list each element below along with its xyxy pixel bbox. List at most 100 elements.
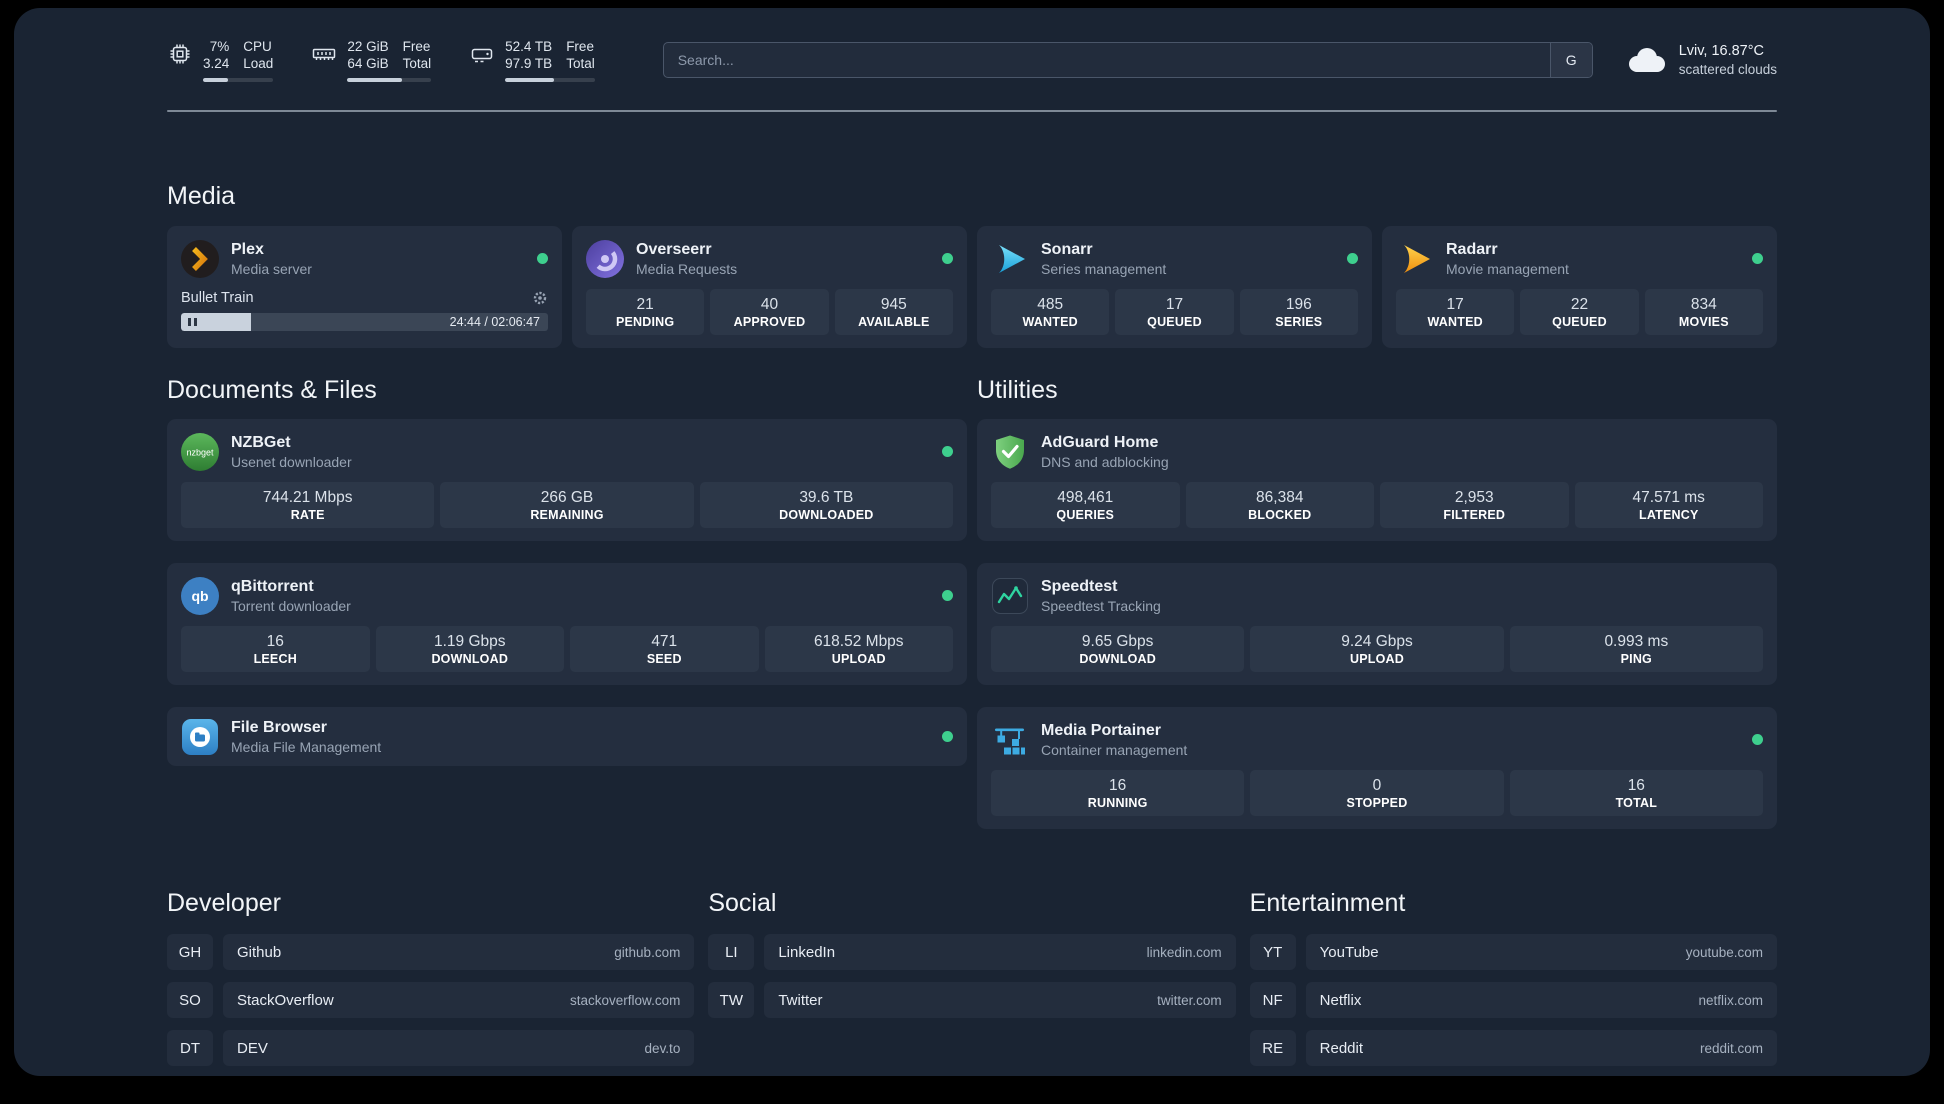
stat-label: QUEUED (1552, 314, 1607, 329)
seek-bar-elapsed (181, 313, 251, 331)
bookmark-name: Reddit (1319, 1039, 1364, 1057)
cpu-usage-label: CPU (243, 39, 272, 54)
bookmark-link-youtube[interactable]: YouTube youtube.com (1305, 934, 1777, 970)
stat-value: 47.571 ms (1632, 488, 1705, 506)
bookmark-row: YT YouTube youtube.com (1249, 934, 1777, 970)
stat-value: 16 (1109, 776, 1127, 794)
bookmark-name: Github (237, 943, 282, 961)
stat-value: 9.24 Gbps (1341, 632, 1413, 650)
bookmark-link-netflix[interactable]: Netflix netflix.com (1305, 982, 1777, 1018)
bookmark-abbr: LI (708, 934, 755, 970)
portainer-icon (995, 728, 1025, 754)
media-section: Media Plex Media server Bullet Train 24:… (167, 182, 1777, 348)
stat-value: 471 (651, 632, 678, 650)
sonarr-card[interactable]: Sonarr Series management 485 WANTED 17 QUE… (977, 226, 1372, 348)
adguard-card[interactable]: AdGuard Home DNS and adblocking 498,461 Q… (977, 419, 1777, 541)
stat-label: UPLOAD (1350, 651, 1404, 666)
app-description: Media Requests (636, 261, 738, 277)
stat-tile: 47.571 ms LATENCY (1574, 482, 1763, 528)
utilities-section-title: Utilities (977, 376, 1058, 404)
stat-tile: 0.993 ms PING (1509, 626, 1763, 672)
stat-tile: 86,384 BLOCKED (1185, 482, 1374, 528)
overseerr-card[interactable]: Overseerr Media Requests 21 PENDING 40 APP… (572, 226, 967, 348)
stat-value: 16 (266, 632, 284, 650)
stat-label: PING (1620, 651, 1652, 666)
entertainment-section-title: Entertainment (1249, 889, 1406, 917)
bookmark-row: TW Twitter twitter.com (708, 982, 1236, 1018)
nzbget-card[interactable]: nzbget NZBGet Usenet downloader 744.21 M… (167, 419, 967, 541)
bookmark-name: StackOverflow (237, 991, 334, 1009)
stat-tile: 22 QUEUED (1520, 289, 1639, 335)
speedtest-card[interactable]: Speedtest Speedtest Tracking 9.65 Gbps DO… (977, 563, 1777, 685)
bookmark-abbr: YT (1249, 934, 1296, 970)
stat-tile: 744.21 Mbps RATE (181, 482, 435, 528)
search-input[interactable] (663, 43, 1550, 77)
stat-value: 834 (1690, 295, 1717, 313)
app-description: Usenet downloader (231, 454, 352, 470)
stat-label: AVAILABLE (858, 314, 930, 329)
bookmark-link-linkedin[interactable]: LinkedIn linkedin.com (764, 934, 1236, 970)
stat-tile: 485 WANTED (991, 289, 1110, 335)
stat-label: DOWNLOAD (431, 651, 509, 666)
media-section-title: Media (167, 182, 236, 210)
bookmark-name: DEV (237, 1039, 268, 1057)
stat-tile: 17 QUEUED (1115, 289, 1234, 335)
disk-progress-bar (505, 78, 595, 82)
bookmark-url: github.com (614, 944, 681, 960)
stat-tile: 39.6 TB DOWNLOADED (699, 482, 953, 528)
bookmark-link-github[interactable]: Github github.com (223, 934, 695, 970)
bookmark-abbr: SO (167, 982, 213, 1018)
app-description: Media server (231, 261, 312, 277)
gear-icon[interactable] (532, 290, 548, 306)
sonarr-icon (999, 244, 1025, 273)
memory-total-label: Total (402, 56, 432, 71)
stat-tile: 945 AVAILABLE (834, 289, 953, 335)
social-section-title: Social (708, 889, 777, 917)
search-bar: G (662, 42, 1593, 78)
bookmark-link-reddit[interactable]: Reddit reddit.com (1305, 1030, 1777, 1066)
stat-tile: 16 TOTAL (1509, 770, 1763, 816)
stat-tile: 266 GB REMAINING (440, 482, 694, 528)
status-dot (537, 253, 548, 264)
cpu-usage-value: 7% (209, 39, 230, 54)
stat-value: 0 (1372, 776, 1382, 794)
pause-icon[interactable] (188, 318, 197, 326)
qbittorrent-card[interactable]: qb qBittorrent Torrent downloader 16 LEEC… (167, 563, 967, 685)
cpu-widget: 7% 3.24 CPU Load (167, 38, 274, 82)
bookmark-row: SO StackOverflow stackoverflow.com (167, 982, 695, 1018)
stat-tile: 0 STOPPED (1250, 770, 1504, 816)
stat-value: 618.52 Mbps (813, 632, 904, 650)
seek-bar[interactable]: 24:44 / 02:06:47 (181, 313, 548, 331)
status-dot (1752, 253, 1763, 264)
app-description: Torrent downloader (231, 598, 351, 614)
entertainment-bookmarks: Entertainment YT YouTube youtube.com NF … (1249, 889, 1777, 1076)
search-engine-button[interactable]: G (1549, 43, 1592, 77)
bookmark-link-stackoverflow[interactable]: StackOverflow stackoverflow.com (223, 982, 695, 1018)
app-description: DNS and adblocking (1041, 454, 1169, 470)
stat-value: 86,384 (1256, 488, 1304, 506)
app-name: qBittorrent (231, 578, 314, 595)
bookmark-link-twitter[interactable]: Twitter twitter.com (764, 982, 1236, 1018)
bookmark-row: DT DEV dev.to (167, 1030, 695, 1066)
stat-label: RATE (290, 507, 325, 522)
stat-tile: 9.65 Gbps DOWNLOAD (991, 626, 1245, 672)
adguard-icon (996, 435, 1024, 469)
app-name: File Browser (231, 719, 328, 736)
stat-label: TOTAL (1615, 795, 1658, 810)
bookmark-url: dev.to (644, 1040, 681, 1056)
stat-label: DOWNLOAD (1079, 651, 1156, 666)
stat-value: 17 (1165, 295, 1184, 313)
bookmark-link-dev[interactable]: DEV dev.to (223, 1030, 695, 1066)
documents-section-title: Documents & Files (167, 376, 377, 404)
stat-label: BLOCKED (1248, 507, 1312, 522)
app-name: Speedtest (1041, 578, 1118, 595)
filebrowser-card[interactable]: File Browser Media File Management (167, 707, 967, 766)
bookmark-url: netflix.com (1698, 992, 1763, 1008)
portainer-card[interactable]: Media Portainer Container management 16 R… (977, 707, 1777, 829)
bookmark-url: twitter.com (1157, 992, 1222, 1008)
memory-progress-fill (347, 78, 402, 82)
bookmark-abbr: DT (167, 1030, 213, 1066)
plex-card[interactable]: Plex Media server Bullet Train 24:44 / 0… (167, 226, 562, 348)
radarr-card[interactable]: Radarr Movie management 17 WANTED 22 QUEUE… (1382, 226, 1777, 348)
stat-label: PENDING (615, 314, 675, 329)
